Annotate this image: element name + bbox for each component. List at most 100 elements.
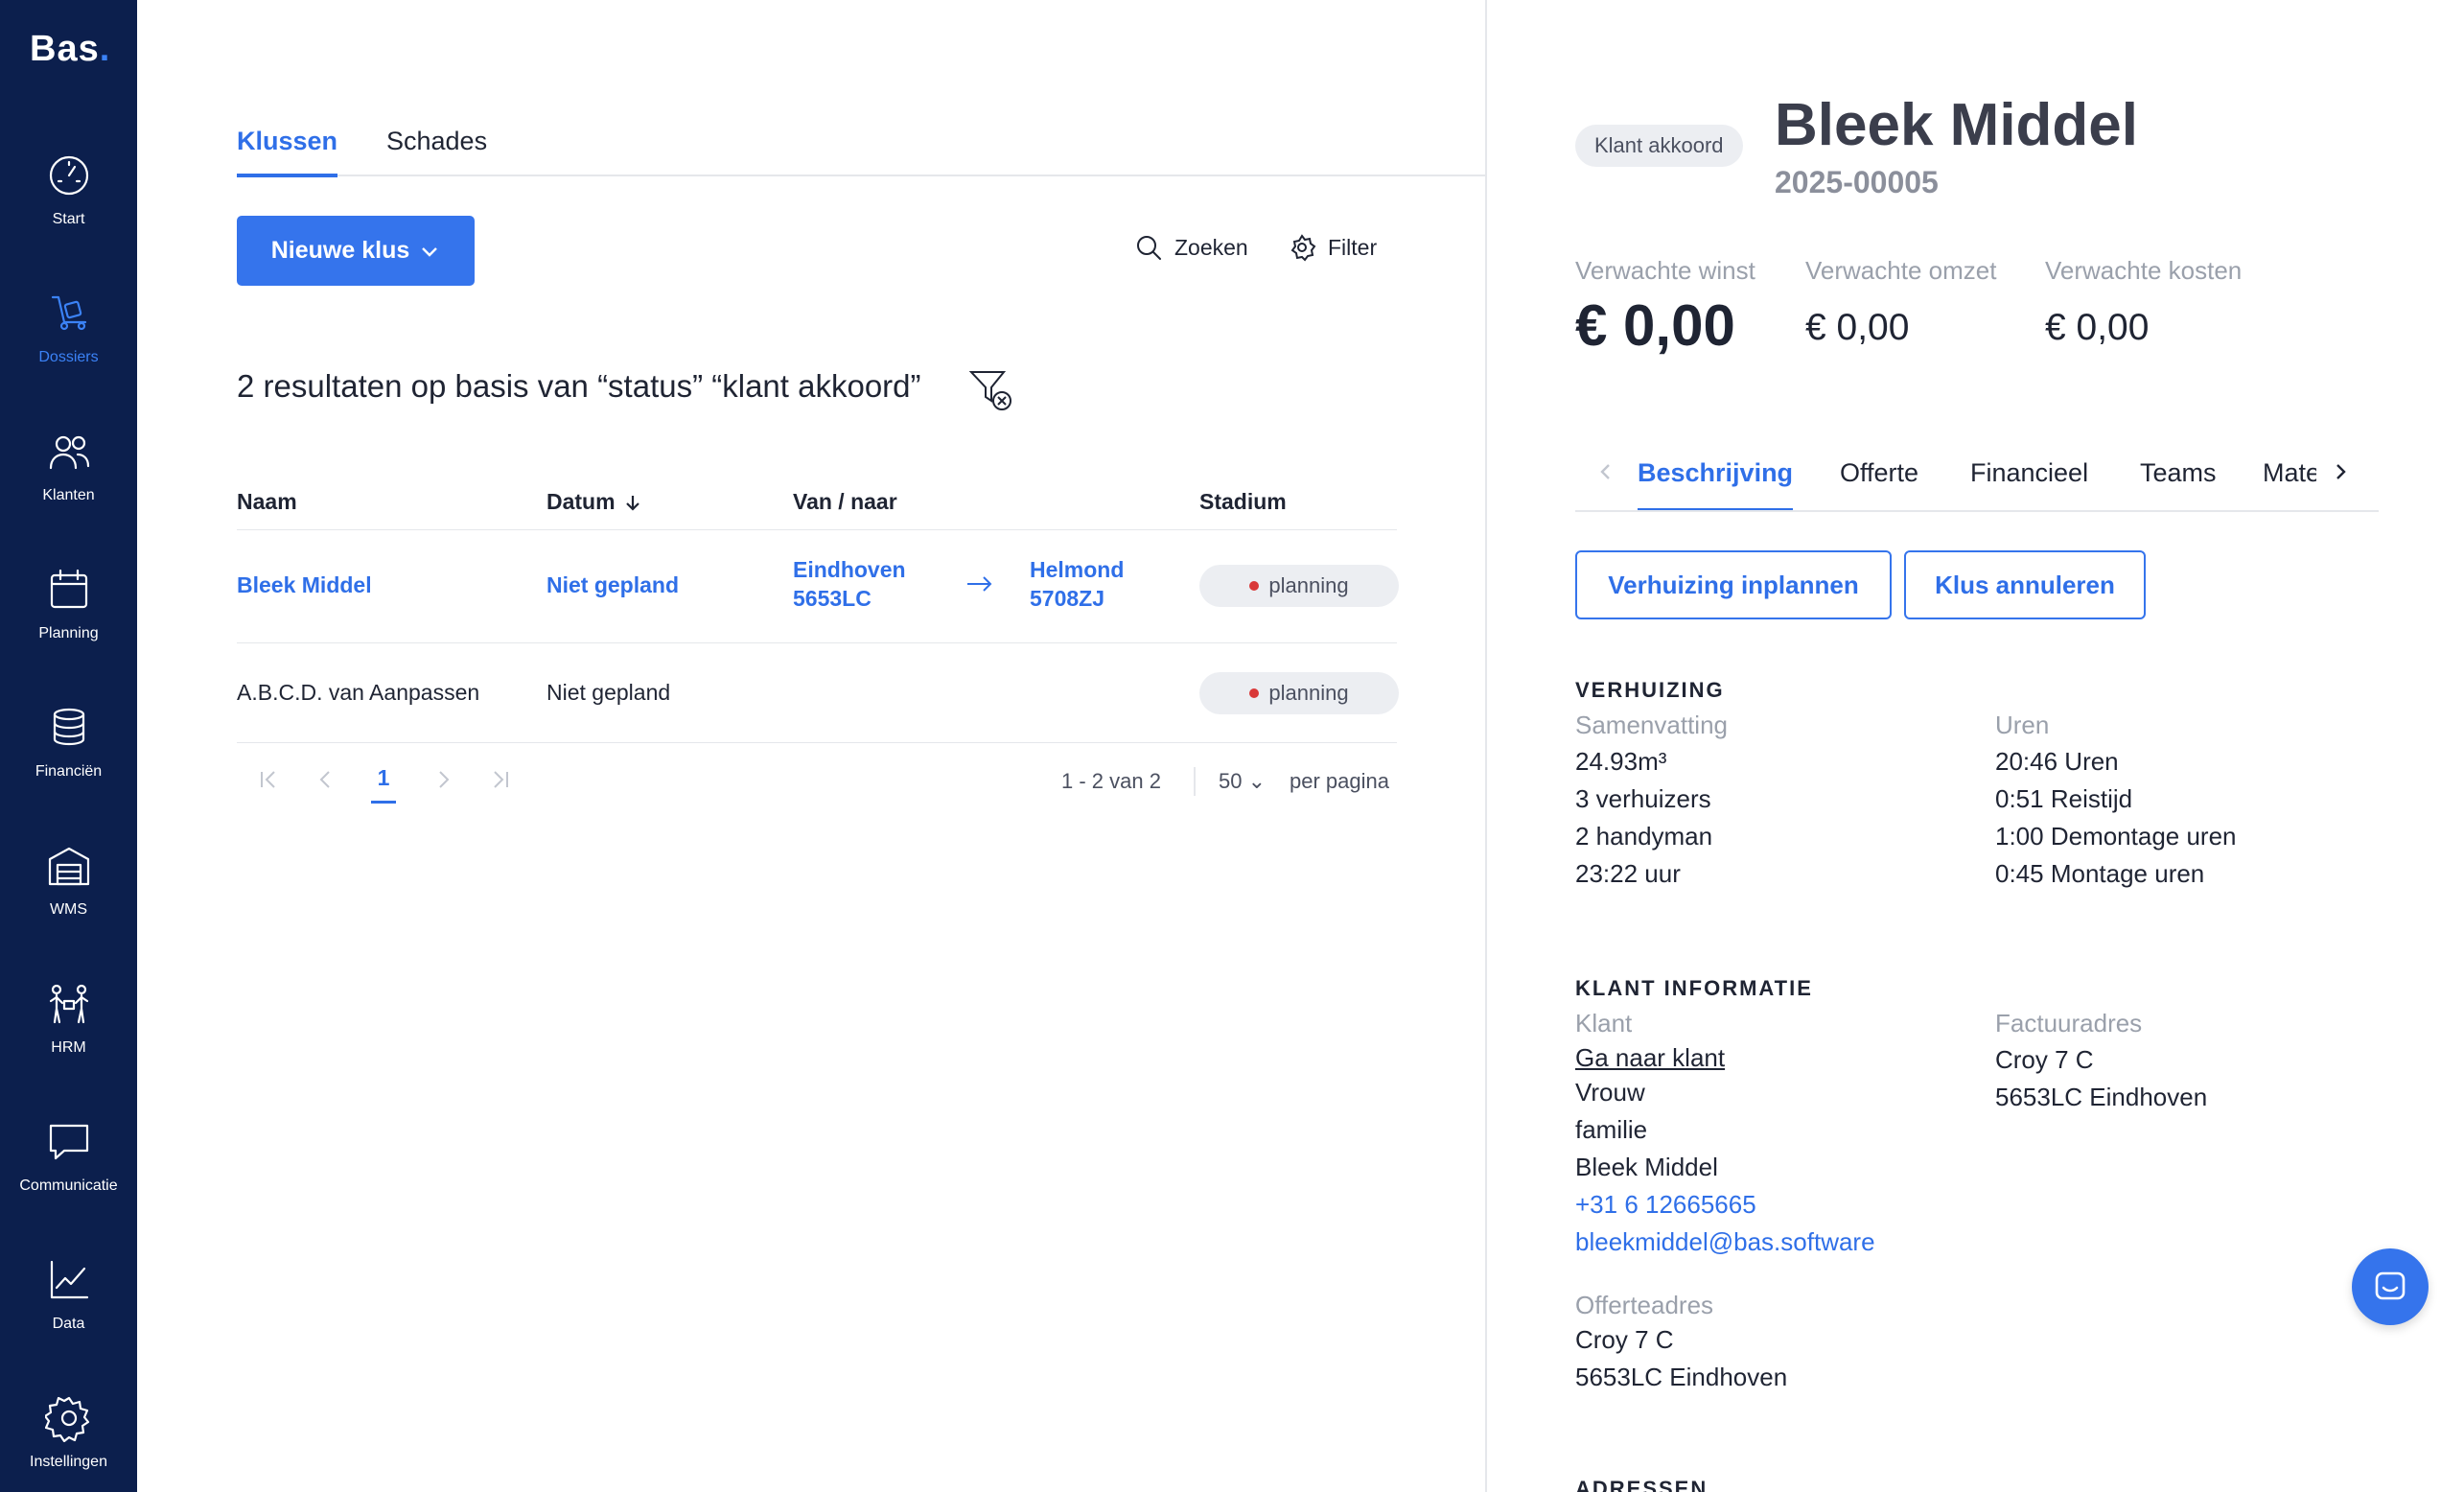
cancel-job-button[interactable]: Klus annuleren — [1904, 550, 2146, 619]
filter-label: Filter — [1328, 234, 1378, 260]
status-badge: planning — [1199, 672, 1399, 714]
logo-dot: . — [99, 29, 111, 69]
detail-tabs: Beschrijving Offerte Financieel Teams Ma… — [1575, 451, 2379, 512]
filter-button[interactable]: Filter — [1288, 233, 1377, 262]
app-logo[interactable]: Bas. — [30, 29, 110, 70]
client-label: Klant — [1575, 1009, 1633, 1037]
quote-address-line: Croy 7 C — [1575, 1325, 1674, 1354]
tab-klussen[interactable]: Klussen — [237, 123, 338, 177]
row-date: Niet gepland — [546, 680, 671, 705]
new-job-button[interactable]: Nieuwe klus — [237, 216, 475, 286]
next-page-icon[interactable] — [430, 767, 459, 796]
column-header-naam[interactable]: Naam — [237, 489, 297, 515]
chat-icon — [49, 1124, 88, 1160]
column-header-datum[interactable]: Datum — [546, 489, 642, 515]
detail-number: 2025-00005 — [1775, 165, 1939, 199]
sidebar-item-wms[interactable]: WMS — [0, 842, 137, 957]
warehouse-icon — [48, 847, 89, 886]
coins-icon — [53, 708, 84, 746]
dolly-icon — [51, 295, 86, 331]
people-icon — [49, 984, 88, 1024]
prev-page-icon[interactable] — [314, 767, 342, 796]
invoice-address-line: 5653LC Eindhoven — [1995, 1083, 2208, 1111]
sidebar-item-communicatie[interactable]: Communicatie — [0, 1118, 137, 1233]
summary-duration: 23:22 uur — [1575, 859, 1681, 888]
row-to-zip[interactable]: 5708ZJ — [1030, 586, 1104, 612]
row-name: A.B.C.D. van Aanpassen — [237, 680, 480, 705]
invoice-address-line: Croy 7 C — [1995, 1045, 2094, 1074]
gear-icon — [44, 1396, 89, 1442]
search-label: Zoeken — [1174, 234, 1248, 260]
kpi-label-kosten: Verwachte kosten — [2045, 256, 2243, 285]
table-divider — [237, 742, 1397, 743]
tab-teams[interactable]: Teams — [2140, 458, 2217, 510]
quote-address-label: Offerteadres — [1575, 1291, 1714, 1319]
row-from-city[interactable]: Eindhoven — [793, 557, 906, 583]
last-page-icon[interactable] — [488, 767, 517, 796]
tab-offerte[interactable]: Offerte — [1840, 458, 1918, 510]
sidebar-item-instellingen[interactable]: Instellingen — [0, 1394, 137, 1492]
hours-assembly: 0:45 Montage uren — [1995, 859, 2205, 888]
sidebar-item-label: Financiën — [35, 763, 103, 780]
section-heading-verhuizing: VERHUIZING — [1575, 678, 1725, 702]
sidebar-item-label: Dossiers — [38, 349, 99, 365]
users-icon — [49, 435, 89, 470]
sidebar-item-data[interactable]: Data — [0, 1256, 137, 1371]
row-date[interactable]: Niet gepland — [546, 572, 679, 598]
per-page-select[interactable]: 50 ⌄ — [1219, 769, 1266, 794]
arrow-right-icon — [965, 573, 994, 600]
tab-financieel[interactable]: Financieel — [1970, 458, 2088, 510]
search-icon — [1137, 236, 1161, 260]
row-from-zip[interactable]: 5653LC — [793, 586, 872, 612]
search-button[interactable]: Zoeken — [1134, 233, 1248, 262]
status-label: planning — [1268, 573, 1349, 597]
column-header-stadium[interactable]: Stadium — [1199, 489, 1287, 515]
settings-icon — [1290, 234, 1316, 262]
table-row[interactable]: Bleek Middel Niet gepland Eindhoven 5653… — [237, 529, 1399, 642]
client-phone-link[interactable]: +31 6 12665665 — [1575, 1190, 1756, 1220]
section-heading-klant: KLANT INFORMATIE — [1575, 976, 1813, 1000]
sidebar-item-planning[interactable]: Planning — [0, 566, 137, 681]
support-chat-button[interactable] — [2352, 1248, 2429, 1325]
column-header-van-naar[interactable]: Van / naar — [793, 489, 897, 515]
chevron-left-icon[interactable] — [1594, 460, 1623, 489]
sidebar-item-start[interactable]: Start — [0, 152, 137, 267]
first-page-icon[interactable] — [256, 767, 285, 796]
schedule-move-button[interactable]: Verhuizing inplannen — [1575, 550, 1892, 619]
sidebar-item-dossiers[interactable]: Dossiers — [0, 290, 137, 405]
summary-handyman: 2 handyman — [1575, 822, 1713, 851]
row-to-city[interactable]: Helmond — [1030, 557, 1124, 583]
invoice-address-label: Factuuradres — [1995, 1009, 2143, 1037]
kpi-value-omzet: € 0,00 — [1805, 307, 1910, 348]
goto-client-link[interactable]: Ga naar klant — [1575, 1043, 1725, 1073]
chevron-right-icon[interactable] — [2329, 460, 2358, 489]
chart-icon — [50, 1260, 88, 1299]
gauge-icon — [49, 155, 88, 196]
tab-schades[interactable]: Schades — [386, 123, 487, 176]
results-summary: 2 resultaten op basis van “status” “klan… — [237, 368, 921, 404]
row-name[interactable]: Bleek Middel — [237, 572, 372, 598]
chevron-down-icon — [422, 246, 438, 257]
new-job-label: Nieuwe klus — [270, 237, 410, 264]
summary-volume: 24.93m³ — [1575, 747, 1667, 776]
sidebar-item-label: Communicatie — [19, 1177, 118, 1194]
sidebar-item-hrm[interactable]: HRM — [0, 980, 137, 1095]
sidebar-item-label: Instellingen — [30, 1454, 107, 1470]
pager-divider — [1194, 767, 1196, 796]
sidebar-item-financien[interactable]: Financiën — [0, 704, 137, 819]
sidebar-item-klanten[interactable]: Klanten — [0, 428, 137, 543]
per-page-value: 50 — [1219, 769, 1243, 793]
clear-filter-button[interactable] — [967, 366, 1015, 414]
tab-materiaal[interactable]: Materiaal — [2263, 458, 2316, 510]
table-row[interactable]: A.B.C.D. van Aanpassen Niet gepland plan… — [237, 642, 1399, 742]
page-number-current[interactable]: 1 — [371, 765, 396, 804]
sidebar-item-label: WMS — [49, 901, 88, 918]
client-email-link[interactable]: bleekmiddel@bas.software — [1575, 1227, 1875, 1257]
sidebar-item-label: Start — [52, 211, 85, 227]
hours-travel: 0:51 Reistijd — [1995, 784, 2133, 813]
sidebar: Bas. Start Dossiers Klanten Planning Fin… — [0, 0, 137, 1492]
tab-beschrijving[interactable]: Beschrijving — [1638, 458, 1794, 510]
pagination: 1 1 - 2 van 2 50 ⌄ per pagina — [237, 756, 1397, 813]
summary-label: Samenvatting — [1575, 711, 1728, 739]
hours-label: Uren — [1995, 711, 2050, 739]
